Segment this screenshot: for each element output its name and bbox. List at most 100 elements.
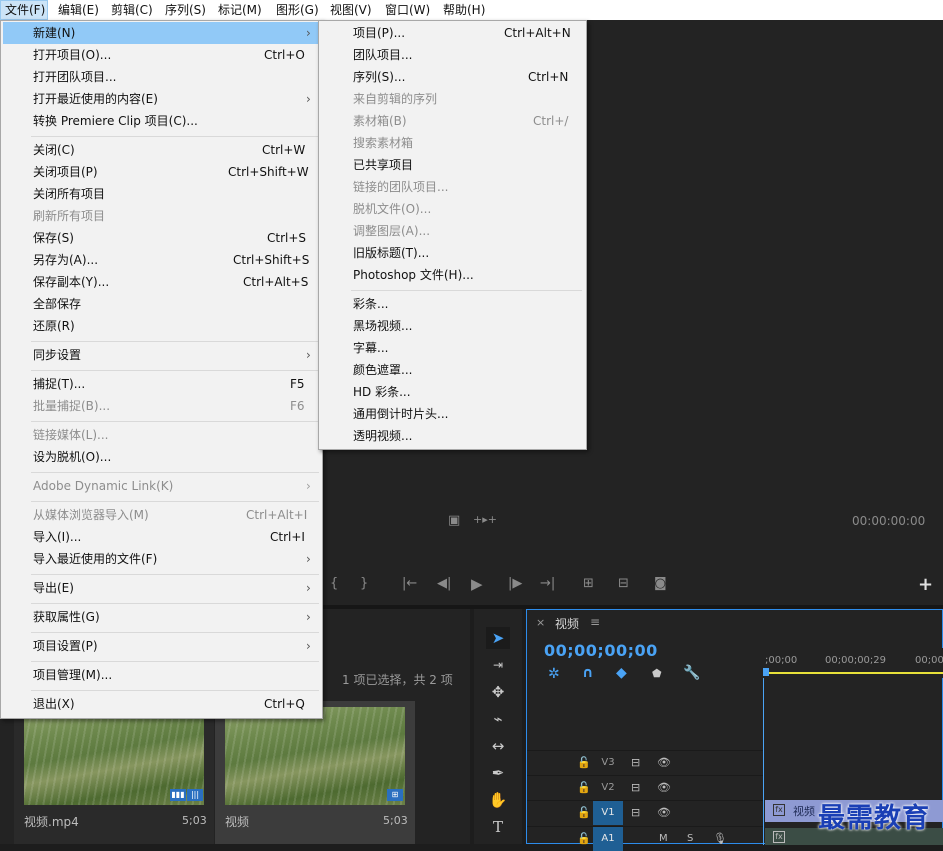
menu-item-new[interactable]: 新建(N) › [3,22,320,44]
snap-icon[interactable]: ✲ [548,666,560,682]
safe-margins-icon[interactable]: ▣ [448,513,460,528]
go-to-in-icon[interactable]: |← [402,576,417,591]
track-label-selected[interactable]: A1 [593,827,623,851]
timeline-timecode[interactable]: 00;00;00;00 [544,641,658,660]
eye-icon[interactable]: 👁 [657,801,671,825]
play-icon[interactable]: ▶ [471,575,483,593]
menu-edit[interactable]: 编辑(E) [54,0,103,20]
mute-toggle[interactable]: M [659,827,668,851]
menu-item-get-properties[interactable]: 获取属性(G) › [3,606,320,628]
add-marker-icon[interactable]: ◆ [616,665,627,681]
menu-item-open-team-project[interactable]: 打开团队项目... [3,66,320,88]
menu-item-project-settings[interactable]: 项目设置(P) › [3,635,320,657]
eye-icon[interactable]: 👁 [657,751,671,775]
menu-item-sync-settings[interactable]: 同步设置 › [3,344,320,366]
drop-frame-icon[interactable]: +▸+ [473,513,497,526]
playhead-icon[interactable] [763,668,769,676]
menu-window[interactable]: 窗口(W) [381,0,434,20]
lock-icon[interactable]: 🔓 [577,776,591,800]
selection-tool-icon[interactable]: ➤ [486,627,510,649]
time-ruler[interactable]: ;00;00 00;00;00;29 00;00 [763,648,943,678]
menu-item-black-video[interactable]: 黑场视频... [321,315,584,337]
menu-item-close[interactable]: 关闭(C) Ctrl+W [3,139,320,161]
mark-out-icon[interactable]: } [360,576,368,591]
program-timecode[interactable]: 00:00:00:00 [852,514,925,528]
menu-item-import-recent[interactable]: 导入最近使用的文件(F) › [3,548,320,570]
type-tool-icon[interactable]: T [486,816,510,838]
menu-item-make-offline[interactable]: 设为脱机(O)... [3,446,320,468]
menu-item-photoshop-file[interactable]: Photoshop 文件(H)... [321,264,584,286]
menu-item-legacy-title[interactable]: 旧版标题(T)... [321,242,584,264]
add-button-icon[interactable]: + [918,574,933,595]
timeline-tab[interactable]: 视频 [555,615,579,632]
menu-clip[interactable]: 剪辑(C) [107,0,157,20]
lift-icon[interactable]: ⊞ [583,576,594,591]
project-item-card[interactable]: ▮▮▮ ||| 视频.mp4 5;03 [14,701,214,844]
menu-item-hd-bars[interactable]: HD 彩条... [321,381,584,403]
track-label-selected[interactable]: V1 [593,801,623,825]
sync-lock-icon[interactable]: ⊟ [631,801,640,825]
menu-item-transparent-video[interactable]: 透明视频... [321,425,584,447]
close-tab-icon[interactable]: × [536,616,545,629]
menu-item-save[interactable]: 保存(S) Ctrl+S [3,227,320,249]
menu-item-open-recent[interactable]: 打开最近使用的内容(E) › [3,88,320,110]
menu-item-close-project[interactable]: 关闭项目(P) Ctrl+Shift+W [3,161,320,183]
menu-item-capture[interactable]: 捕捉(T)... F5 [3,373,320,395]
track-label[interactable]: V3 [593,751,623,775]
menu-item-convert-clip[interactable]: 转换 Premiere Clip 项目(C)... [3,110,320,132]
mic-icon[interactable]: 🎙 [713,827,727,851]
lock-icon[interactable]: 🔓 [577,751,591,775]
menu-help[interactable]: 帮助(H) [439,0,489,20]
menu-view[interactable]: 视图(V) [326,0,376,20]
menu-item-color-matte[interactable]: 颜色遮罩... [321,359,584,381]
project-item-card-selected[interactable]: ⊞ 视频 5;03 [215,701,415,844]
menu-item-new-team-project[interactable]: 团队项目... [321,44,584,66]
menu-item-exit[interactable]: 退出(X) Ctrl+Q [3,693,320,715]
slip-tool-icon[interactable]: ↔ [486,735,510,757]
menu-item-save-all[interactable]: 全部保存 [3,293,320,315]
go-to-out-icon[interactable]: →| [540,576,555,591]
menu-item-close-all-projects[interactable]: 关闭所有项目 [3,183,320,205]
menu-item-export[interactable]: 导出(E) › [3,577,320,599]
menu-item-new-sequence[interactable]: 序列(S)... Ctrl+N [321,66,584,88]
menu-graphics[interactable]: 图形(G) [272,0,323,20]
menu-item-import[interactable]: 导入(I)... Ctrl+I [3,526,320,548]
ripple-edit-tool-icon[interactable]: ✥ [486,681,510,703]
hand-tool-icon[interactable]: ✋ [486,789,510,811]
menu-item-bars-and-tone[interactable]: 彩条... [321,293,584,315]
menu-item-search-bin: 搜索素材箱 [353,136,414,150]
razor-tool-icon[interactable]: ⌁ [486,708,510,730]
track-select-tool-icon[interactable]: ⇥ [486,654,510,676]
menu-item-captions[interactable]: 字幕... [321,337,584,359]
menu-item-shared-project[interactable]: 已共享项目 [321,154,584,176]
marker-icon[interactable]: ⬟ [652,667,662,680]
tab-menu-icon[interactable]: ≡ [590,615,600,629]
step-back-icon[interactable]: ◀| [437,576,451,591]
track-label[interactable]: V2 [593,776,623,800]
menu-item-save-as[interactable]: 另存为(A)... Ctrl+Shift+S [3,249,320,271]
menu-item-project-manager[interactable]: 项目管理(M)... [3,664,320,686]
export-frame-icon[interactable]: ◙ [654,576,667,591]
lock-icon[interactable]: 🔓 [577,801,591,825]
menu-item-new-project[interactable]: 项目(P)... Ctrl+Alt+N [321,22,584,44]
menu-marker[interactable]: 标记(M) [214,0,266,20]
extract-icon[interactable]: ⊟ [618,576,629,591]
sync-lock-icon[interactable]: ⊟ [631,751,640,775]
step-forward-icon[interactable]: |▶ [508,576,522,591]
menu-item-save-copy[interactable]: 保存副本(Y)... Ctrl+Alt+S [3,271,320,293]
menu-item-open-project[interactable]: 打开项目(O)... Ctrl+O [3,44,320,66]
mark-in-icon[interactable]: { [330,576,338,591]
wrench-icon[interactable]: 🔧 [683,665,700,681]
eye-icon[interactable]: 👁 [657,776,671,800]
menu-item-revert[interactable]: 还原(R) [3,315,320,337]
file-menu: 新建(N) › 打开项目(O)... Ctrl+O 打开团队项目... 打开最近使用… [0,20,323,719]
sync-lock-icon[interactable]: ⊟ [631,776,640,800]
pen-tool-icon[interactable]: ✒ [486,762,510,784]
menu-file[interactable]: 文件(F) [0,0,48,20]
menu-sequence[interactable]: 序列(S) [161,0,210,20]
work-area-bar[interactable] [763,672,943,674]
lock-icon[interactable]: 🔓 [577,827,591,851]
linked-selection-icon[interactable]: ∩ [582,665,593,681]
solo-toggle[interactable]: S [687,827,693,851]
menu-item-universal-countdown[interactable]: 通用倒计时片头... [321,403,584,425]
